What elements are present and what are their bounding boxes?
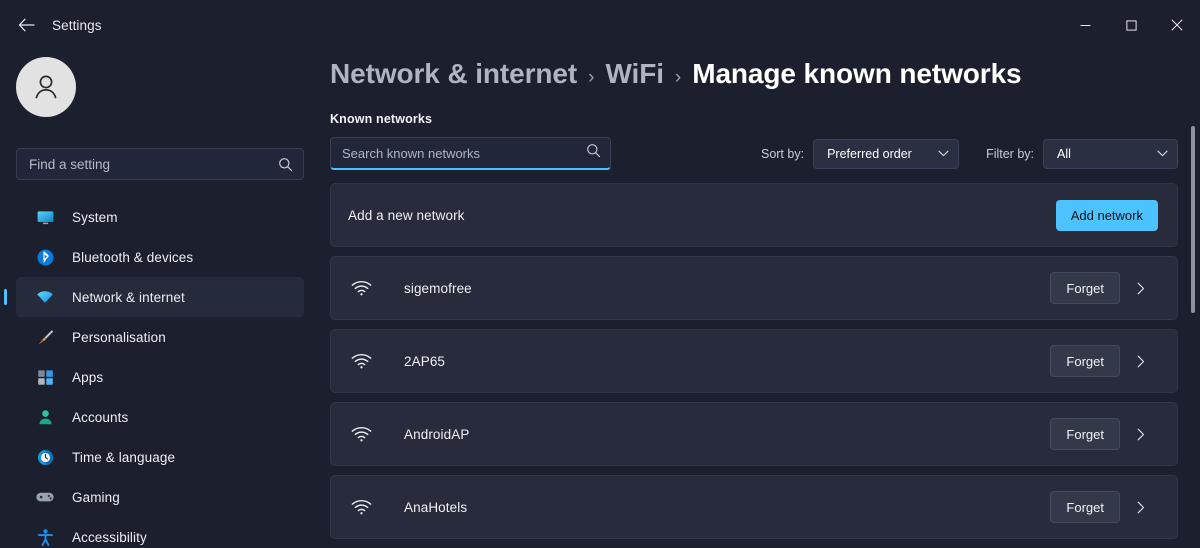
sidebar-item-label: Accounts <box>72 409 129 425</box>
accessibility-icon <box>34 526 56 548</box>
monitor-icon <box>34 206 56 228</box>
table-row[interactable]: 2AP65 Forget <box>330 329 1178 393</box>
sidebar-item-label: Bluetooth & devices <box>72 249 194 265</box>
main-content: Network & internet › WiFi › Manage known… <box>320 50 1200 548</box>
network-name: 2AP65 <box>404 353 446 369</box>
sidebar-item-apps[interactable]: Apps <box>16 357 304 397</box>
sort-by-label: Sort by: <box>760 146 805 161</box>
sidebar-item-label: Accessibility <box>72 529 147 545</box>
settings-window: Settings Find a setting System Bluetooth… <box>0 0 1200 548</box>
add-network-card: Add a new network Add network <box>330 183 1178 247</box>
close-button[interactable] <box>1154 0 1200 50</box>
sidebar-item-bluetooth-devices[interactable]: Bluetooth & devices <box>16 237 304 277</box>
sidebar-item-label: Personalisation <box>72 329 166 345</box>
sidebar-item-label: System <box>72 209 118 225</box>
wifi-icon <box>348 499 374 515</box>
sidebar-item-personalisation[interactable]: Personalisation <box>16 317 304 357</box>
sidebar-nav: System Bluetooth & devices Network & int… <box>16 197 304 548</box>
add-network-button[interactable]: Add network <box>1055 199 1158 231</box>
sidebar-item-label: Network & internet <box>72 289 185 305</box>
sort-by-value: Preferred order <box>827 146 912 161</box>
table-row[interactable]: AnaHotels Forget <box>330 475 1178 539</box>
wifi-icon <box>348 426 374 442</box>
close-icon <box>1171 19 1183 31</box>
search-known-networks-input[interactable] <box>342 145 586 161</box>
search-icon <box>586 143 601 163</box>
back-button[interactable] <box>8 9 44 41</box>
bluetooth-icon <box>34 246 56 268</box>
sidebar-item-label: Gaming <box>72 489 120 505</box>
chevron-right-icon[interactable] <box>1124 428 1158 441</box>
chevron-right-icon[interactable] <box>1124 282 1158 295</box>
forget-button[interactable]: Forget <box>1050 272 1120 304</box>
section-label-known-networks: Known networks <box>330 112 433 126</box>
main-scrollbar[interactable] <box>1190 126 1196 548</box>
sort-by-dropdown[interactable]: Preferred order <box>813 138 960 169</box>
table-row[interactable]: sigemofree Forget <box>330 256 1178 320</box>
maximize-icon <box>1125 19 1137 31</box>
apps-grid-icon <box>34 366 56 388</box>
user-avatar-icon <box>35 75 57 99</box>
title-bar: Settings <box>0 0 1200 50</box>
sidebar-item-accounts[interactable]: Accounts <box>16 397 304 437</box>
sidebar-item-network-internet[interactable]: Network & internet <box>16 277 304 317</box>
chevron-down-icon <box>930 150 949 157</box>
network-name: AnaHotels <box>404 499 468 515</box>
network-name: sigemofree <box>404 280 472 296</box>
gamepad-icon <box>34 486 56 508</box>
sidebar: System Bluetooth & devices <box>0 50 320 548</box>
breadcrumb-separator-icon: › <box>674 67 682 88</box>
sidebar-item-time-language[interactable]: Time & language <box>16 437 304 477</box>
forget-button[interactable]: Forget <box>1050 491 1120 523</box>
breadcrumb-item-wifi[interactable]: WiFi <box>605 58 664 90</box>
chevron-down-icon <box>1149 150 1168 157</box>
scrollbar-thumb[interactable] <box>1191 126 1195 313</box>
table-row[interactable]: AndroidAP Forget <box>330 402 1178 466</box>
list-controls-row: Sort by: Preferred order Filter by: <box>330 137 1178 170</box>
window-title: Settings <box>52 17 102 33</box>
wifi-icon <box>34 286 56 308</box>
breadcrumb: Network & internet › WiFi › Manage known… <box>330 58 1178 90</box>
search-icon <box>278 157 293 172</box>
filter-by-value: All <box>1057 146 1071 161</box>
sidebar-item-label: Time & language <box>72 449 176 465</box>
page-title: Manage known networks <box>692 58 1022 89</box>
minimize-icon <box>1080 24 1090 26</box>
breadcrumb-item-network[interactable]: Network & internet <box>330 58 577 90</box>
chevron-right-icon[interactable] <box>1124 501 1158 514</box>
sidebar-search-box[interactable] <box>16 148 304 180</box>
wifi-icon <box>348 280 374 296</box>
network-search-box[interactable] <box>330 137 611 170</box>
sidebar-item-accessibility[interactable]: Accessibility <box>16 517 304 548</box>
add-network-label: Add a new network <box>348 207 465 223</box>
minimize-button[interactable] <box>1062 0 1108 50</box>
sort-by-group: Sort by: Preferred order <box>760 138 960 169</box>
breadcrumb-separator-icon: › <box>588 67 595 88</box>
back-arrow-icon <box>18 18 35 32</box>
clock-icon <box>34 446 56 468</box>
sidebar-item-label: Apps <box>72 369 104 385</box>
chevron-right-icon[interactable] <box>1124 355 1158 368</box>
sidebar-item-gaming[interactable]: Gaming <box>16 477 304 517</box>
wifi-icon <box>348 353 374 369</box>
filter-by-group: Filter by: All <box>986 138 1178 169</box>
network-card-list: Add a new network Add network sigemofree… <box>330 183 1178 539</box>
sidebar-item-system[interactable]: System <box>16 197 304 237</box>
person-icon <box>34 406 56 428</box>
filter-by-label: Filter by: <box>986 146 1034 161</box>
network-name: AndroidAP <box>404 426 470 442</box>
window-body: System Bluetooth & devices <box>0 50 1200 548</box>
window-controls <box>1062 0 1200 50</box>
search-input[interactable] <box>29 156 278 172</box>
forget-button[interactable]: Forget <box>1050 418 1120 450</box>
avatar[interactable] <box>16 57 76 117</box>
filter-by-dropdown[interactable]: All <box>1043 138 1178 169</box>
paintbrush-icon <box>34 326 56 348</box>
forget-button[interactable]: Forget <box>1050 345 1120 377</box>
maximize-button[interactable] <box>1108 0 1154 50</box>
